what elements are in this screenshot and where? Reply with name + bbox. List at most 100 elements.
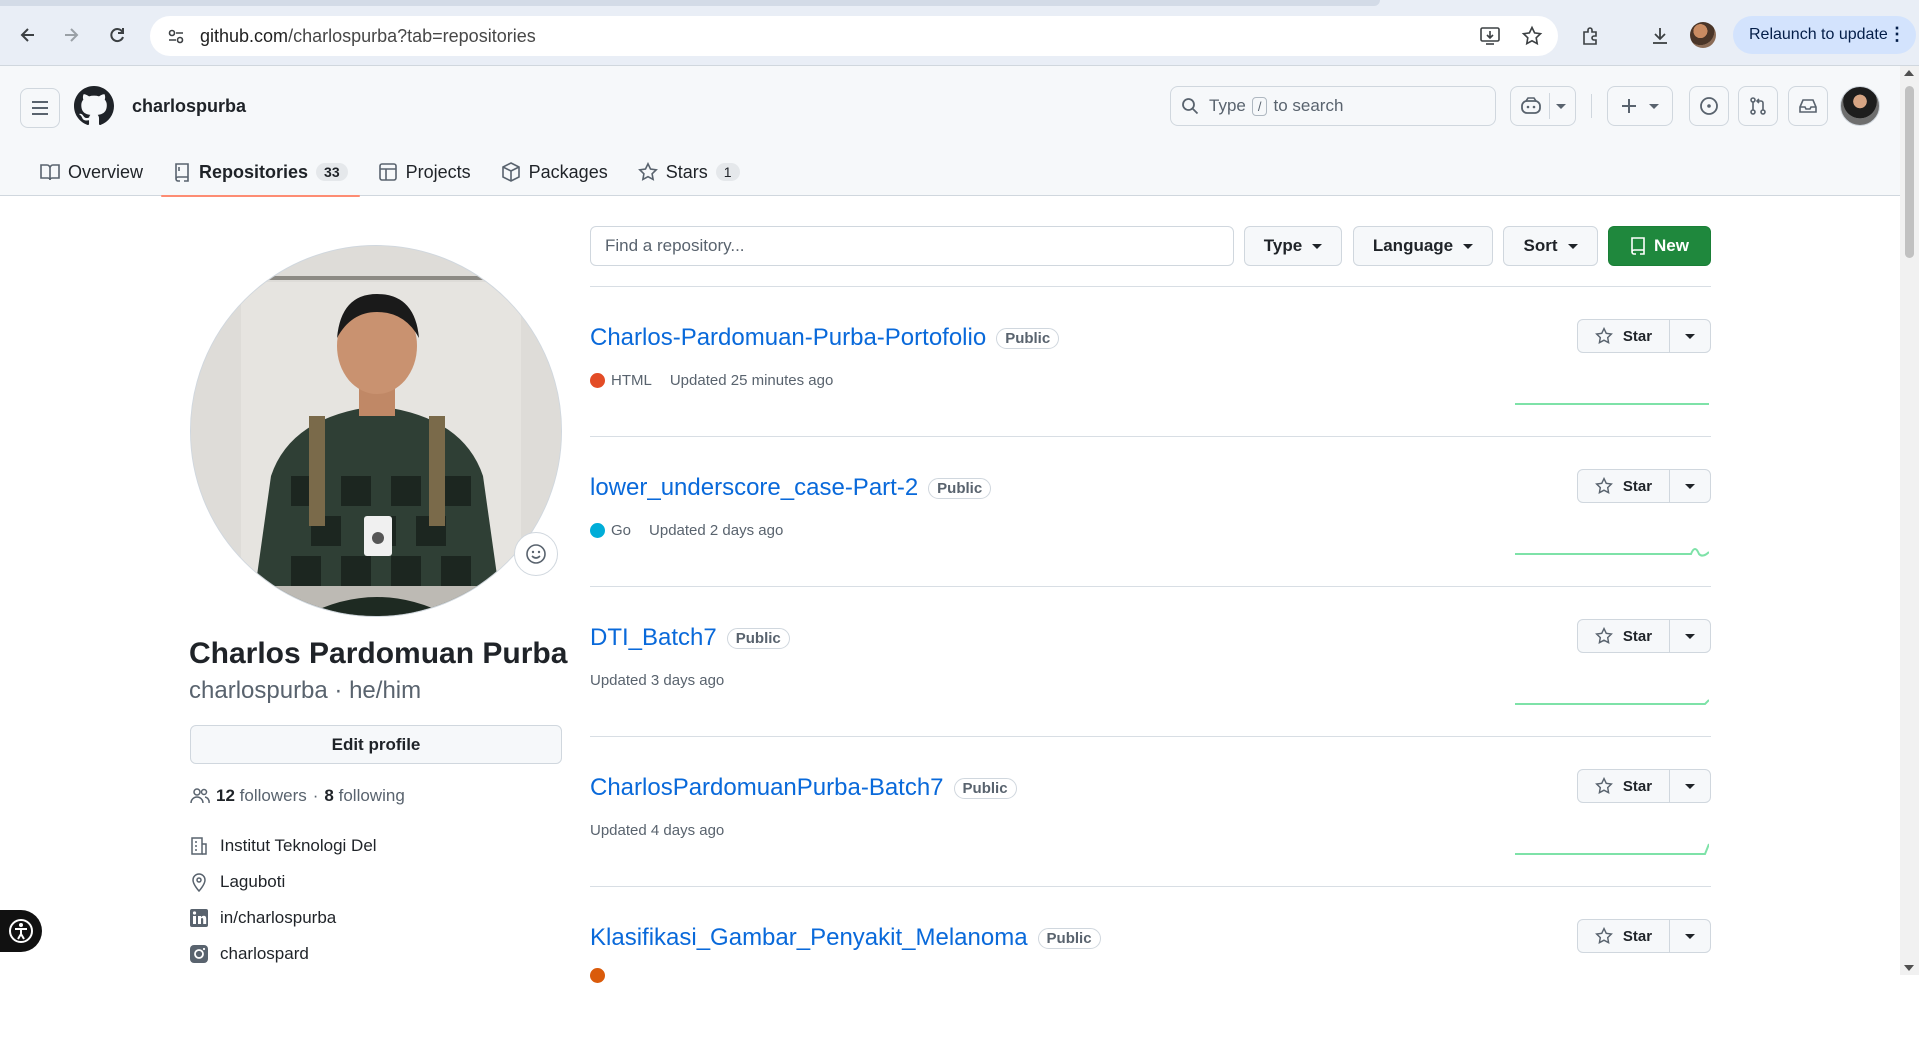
repo-updated: Updated 3 days ago (590, 672, 725, 689)
table-icon (378, 163, 397, 181)
scroll-up-arrow-icon[interactable] (1904, 70, 1914, 76)
package-icon (501, 162, 520, 182)
set-status-button[interactable] (514, 532, 558, 576)
activity-sparkline (1515, 548, 1709, 557)
create-new-button[interactable] (1607, 86, 1673, 126)
repo-name-link[interactable]: Charlos-Pardomuan-Purba-Portofolio (590, 324, 986, 352)
downloads-icon[interactable] (1645, 21, 1675, 51)
repo-name-link[interactable]: DTI_Batch7 (590, 624, 717, 652)
follow-stats: 12 followers · 8 following (190, 786, 405, 806)
repo-name-link[interactable]: CharlosPardomuanPurba-Batch7 (590, 774, 944, 802)
git-pull-request-icon (1750, 97, 1766, 115)
browser-toolbar: github.com/charlospurba?tab=repositories… (0, 0, 1919, 66)
type-filter-button[interactable]: Type (1244, 226, 1342, 266)
star-icon (1594, 777, 1613, 794)
edit-profile-button[interactable]: Edit profile (190, 725, 562, 764)
star-list-dropdown-icon[interactable] (1670, 620, 1710, 652)
tab-stars[interactable]: Stars 1 (626, 148, 752, 196)
accessibility-widget-icon[interactable] (0, 910, 42, 952)
scroll-down-arrow-icon[interactable] (1904, 965, 1914, 971)
instagram-link[interactable]: charlospard (220, 944, 309, 964)
star-label: Star (1622, 777, 1653, 795)
back-icon[interactable] (12, 19, 44, 51)
repo-icon (175, 163, 189, 182)
profile-username-link[interactable]: charlospurba (132, 96, 246, 117)
reload-icon[interactable] (101, 19, 133, 51)
extensions-icon[interactable] (1576, 21, 1606, 51)
repo-name-link[interactable]: Klasifikasi_Gambar_Penyakit_Melanoma (590, 924, 1028, 952)
tab-overview[interactable]: Overview (28, 148, 155, 196)
page-scrollbar[interactable] (1900, 66, 1919, 975)
star-button[interactable]: Star (1578, 620, 1670, 652)
tab-strip (0, 0, 1380, 6)
browser-profile-avatar[interactable] (1690, 22, 1716, 48)
tab-label: Projects (405, 161, 471, 182)
pull-requests-button[interactable] (1738, 86, 1778, 126)
star-button-group: Star (1577, 919, 1711, 953)
star-list-dropdown-icon[interactable] (1670, 320, 1710, 352)
star-label: Star (1622, 627, 1653, 645)
issue-opened-icon (1700, 97, 1718, 115)
search-icon (1182, 98, 1199, 115)
install-app-icon[interactable] (1476, 22, 1504, 50)
repo-updated: Updated 2 days ago (649, 522, 784, 539)
find-repository-input[interactable]: Find a repository... (590, 226, 1234, 266)
visibility-badge: Public (953, 777, 1017, 799)
forward-icon[interactable] (55, 19, 87, 51)
following-link[interactable]: 8 following (324, 786, 404, 806)
copilot-dropdown-icon[interactable] (1556, 103, 1566, 109)
profile-full-name: Charlos Pardomuan Purba (189, 637, 568, 670)
star-button[interactable]: Star (1578, 470, 1670, 502)
star-button-group: Star (1577, 619, 1711, 653)
global-search-input[interactable]: Type / to search (1170, 86, 1496, 126)
new-repository-button[interactable]: New (1608, 226, 1711, 266)
profile-avatar[interactable] (190, 245, 562, 617)
issues-button[interactable] (1689, 86, 1729, 126)
search-suffix: to search (1273, 96, 1344, 115)
more-menu-icon[interactable]: ⋮ (1888, 24, 1906, 45)
github-header: charlospurba Type / to search Overview R… (0, 66, 1900, 197)
site-info-icon[interactable] (156, 16, 196, 56)
star-button[interactable]: Star (1578, 770, 1670, 802)
tab-projects[interactable]: Projects (366, 148, 483, 196)
smiley-icon (526, 544, 546, 564)
language-color-dot (590, 968, 605, 983)
activity-sparkline (1515, 699, 1709, 705)
copilot-button[interactable] (1510, 86, 1576, 126)
inbox-button[interactable] (1788, 86, 1828, 126)
profile-instagram[interactable]: charlospard (190, 944, 309, 964)
profile-tabs: Overview Repositories 33 Projects Packag… (28, 148, 758, 197)
language-filter-button[interactable]: Language (1353, 226, 1493, 266)
star-list-dropdown-icon[interactable] (1670, 920, 1710, 952)
tab-repositories[interactable]: Repositories 33 (161, 148, 360, 197)
star-button-group: Star (1577, 769, 1711, 803)
address-bar[interactable]: github.com/charlospurba?tab=repositories (150, 16, 1558, 56)
visibility-badge: Public (1037, 927, 1101, 949)
followers-link[interactable]: 12 followers (216, 786, 307, 806)
tab-packages[interactable]: Packages (489, 148, 620, 196)
profile-linkedin[interactable]: in/charlospurba (190, 908, 336, 928)
sort-filter-button[interactable]: Sort (1503, 226, 1598, 266)
people-icon (190, 788, 210, 804)
star-list-dropdown-icon[interactable] (1670, 470, 1710, 502)
star-button[interactable]: Star (1578, 920, 1670, 952)
search-prefix: Type (1209, 96, 1246, 115)
repo-list-item: DTI_Batch7 Public Updated 3 days ago Sta… (590, 588, 1711, 737)
scrollbar-thumb[interactable] (1905, 86, 1914, 258)
profile-organization: Institut Teknologi Del (190, 836, 377, 856)
menu-icon[interactable] (20, 88, 60, 128)
profile-login-pronouns: charlospurba · he/him (189, 677, 422, 704)
linkedin-link[interactable]: in/charlospurba (220, 908, 336, 928)
location-icon (192, 873, 206, 892)
star-button[interactable]: Star (1578, 320, 1670, 352)
bookmark-star-icon[interactable] (1518, 22, 1546, 50)
relaunch-button[interactable]: Relaunch to update ⋮ (1733, 16, 1916, 54)
visibility-badge: Public (996, 327, 1060, 349)
plus-icon (1622, 99, 1636, 113)
tab-label: Repositories (199, 161, 309, 182)
github-logo-icon[interactable] (74, 86, 114, 126)
star-list-dropdown-icon[interactable] (1670, 770, 1710, 802)
repo-name-link[interactable]: lower_underscore_case-Part-2 (590, 474, 918, 502)
repo-updated: Updated 4 days ago (590, 822, 725, 839)
user-avatar[interactable] (1840, 86, 1880, 126)
